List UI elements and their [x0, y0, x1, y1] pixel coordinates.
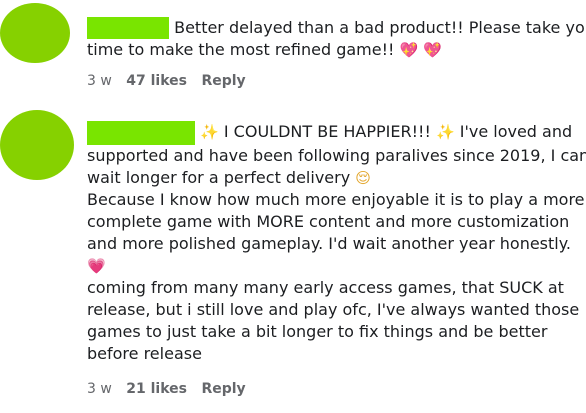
comment-line: games to just take a bit longer to fix t… — [87, 322, 548, 341]
comment-line: coming from many many early access games… — [87, 278, 564, 297]
reply-button[interactable]: Reply — [201, 73, 245, 89]
sparkles-icon: ✨ — [200, 123, 219, 141]
comment-line: Because I know how much more enjoyable i… — [87, 190, 585, 209]
redacted-username[interactable] — [87, 17, 169, 39]
relieved-face-icon: 😌 — [355, 169, 371, 187]
avatar[interactable] — [0, 3, 70, 63]
comment-line: and more polished gameplay. I'd wait ano… — [87, 234, 572, 253]
comment-line: release, but i still love and play ofc, … — [87, 300, 580, 319]
comment-line: supported and have been following parali… — [87, 146, 586, 165]
timestamp: 3 w — [87, 73, 112, 89]
likes-count[interactable]: 47 likes — [126, 73, 187, 89]
pink-heart-icon: 💗 — [87, 257, 106, 275]
comment-body: Better delayed than a bad product!! Plea… — [87, 17, 586, 61]
comment-meta: 3 w 47 likes Reply — [87, 73, 256, 89]
redacted-username[interactable] — [87, 121, 195, 145]
comment-line: time to make the most refined game!! 💖 💖 — [87, 40, 442, 59]
reply-button[interactable]: Reply — [201, 381, 245, 397]
comment-line: Better delayed than a bad product!! Plea… — [87, 17, 586, 39]
comment-line: ✨ I COULDNT BE HAPPIER!!! ✨ I've loved a… — [87, 121, 579, 145]
likes-count[interactable]: 21 likes — [126, 381, 187, 397]
comment-line: wait longer for a perfect delivery 😌 — [87, 168, 371, 187]
avatar[interactable] — [0, 110, 74, 180]
sparkling-heart-icon: 💖 — [399, 41, 419, 59]
comment-line: complete game with MORE content and more… — [87, 212, 570, 231]
comment-body: ✨ I COULDNT BE HAPPIER!!! ✨ I've loved a… — [87, 121, 586, 365]
timestamp: 3 w — [87, 381, 112, 397]
sparkling-heart-icon: 💖 — [423, 41, 442, 59]
comment-meta: 3 w 21 likes Reply — [87, 381, 256, 397]
sparkles-icon: ✨ — [435, 123, 455, 141]
comment-line: before release — [87, 344, 202, 363]
comment-line: 💗 — [87, 255, 579, 277]
